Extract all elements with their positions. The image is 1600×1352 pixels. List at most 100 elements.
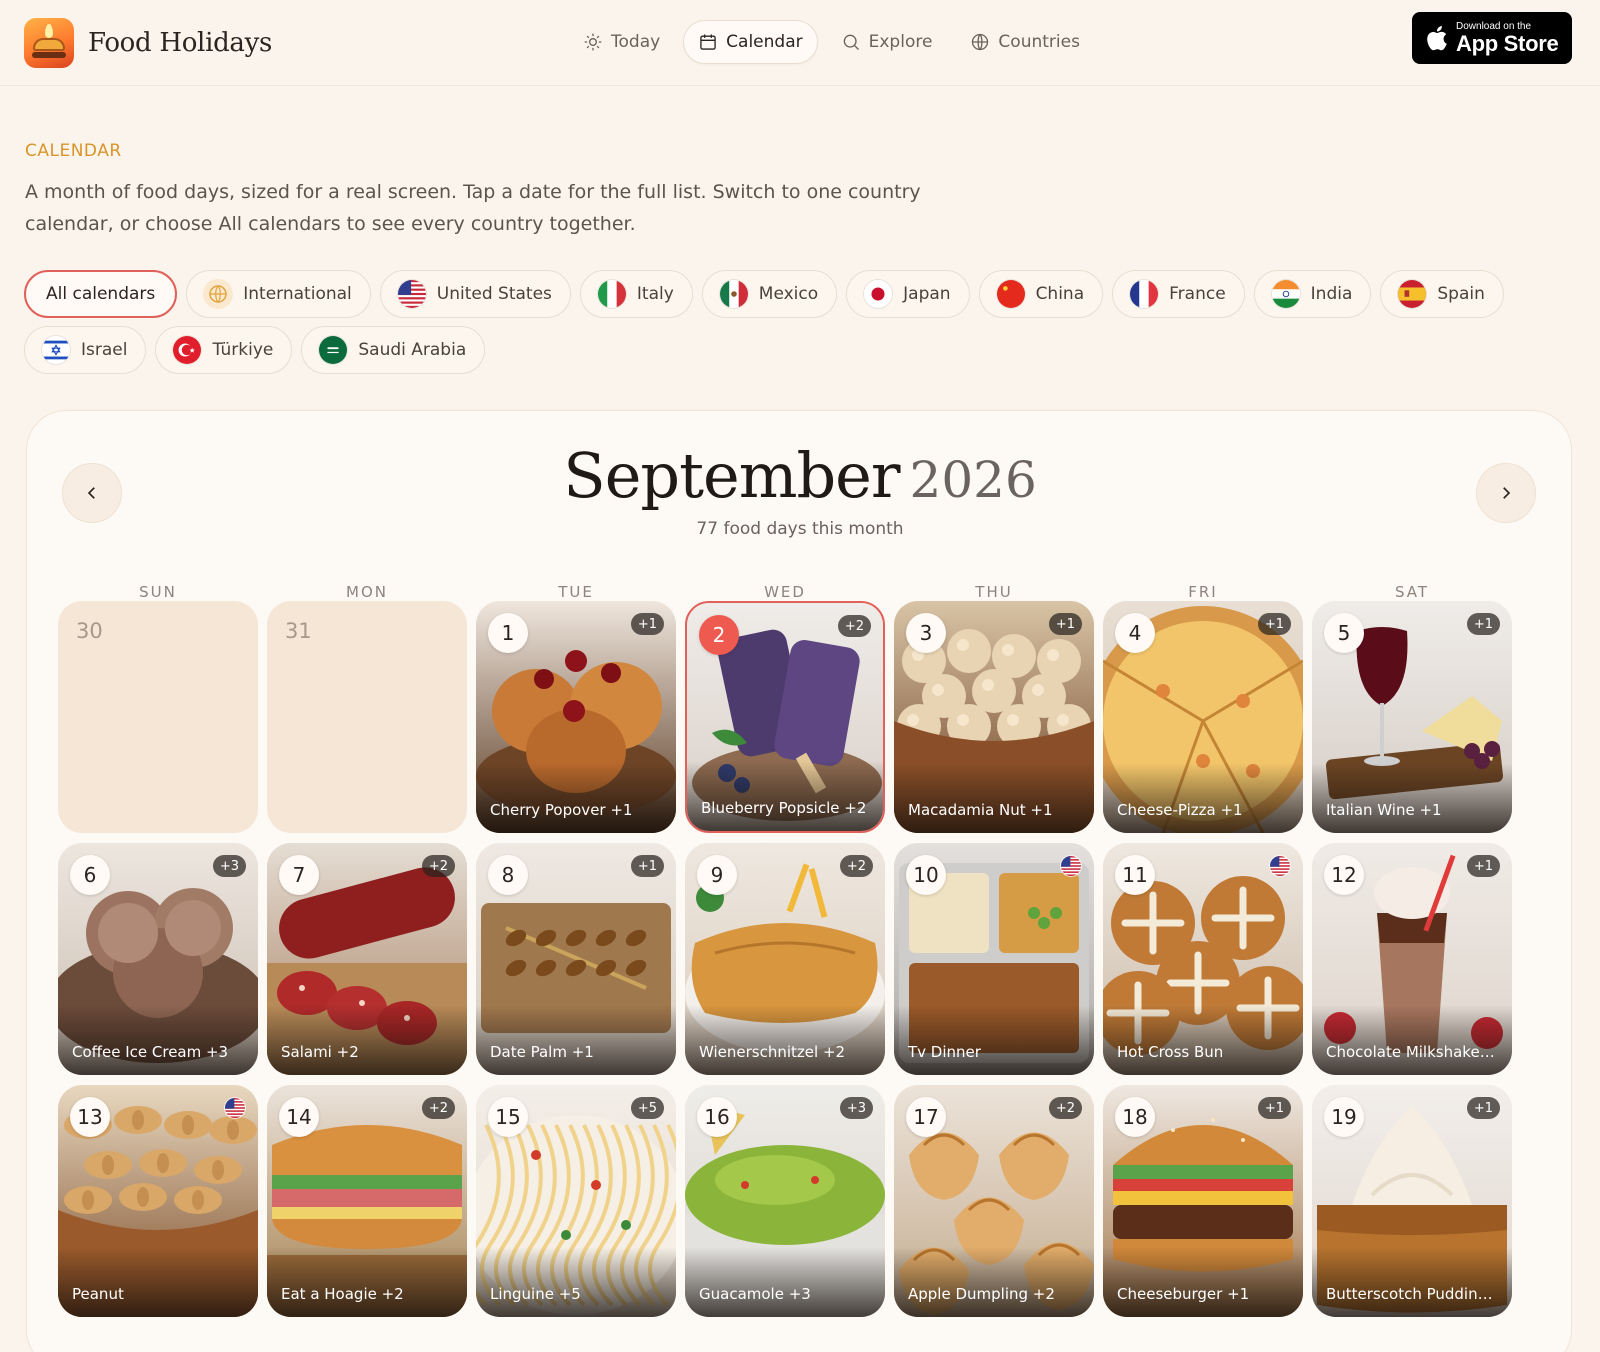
- food-day-label: Italian Wine +1: [1312, 763, 1512, 833]
- calendar-chip-france[interactable]: France: [1112, 270, 1245, 318]
- calendar-chip-t-rkiye[interactable]: Türkiye: [155, 326, 293, 374]
- food-day-name: Apple Dumpling +2: [908, 1285, 1055, 1303]
- calendar-chip-label: Türkiye: [212, 340, 274, 360]
- calendar-chip-mexico[interactable]: Mexico: [701, 270, 838, 318]
- month-subtitle: 77 food days this month: [696, 519, 904, 539]
- food-day-label: Guacamole +3: [685, 1247, 885, 1317]
- food-day-name: Guacamole +3: [699, 1285, 811, 1303]
- calendar-chip-united-states[interactable]: United States: [379, 270, 571, 318]
- weekday-header-thu: THU: [975, 583, 1013, 601]
- more-count-badge: +1: [1048, 613, 1082, 635]
- day-number: 1: [488, 613, 528, 653]
- calendar-chip-saudi-arabia[interactable]: Saudi Arabia: [301, 326, 486, 374]
- day-number: 8: [488, 855, 528, 895]
- calendar-day-18[interactable]: 18 +1 Cheeseburger +1: [1103, 1085, 1303, 1317]
- food-day-name: Peanut: [72, 1285, 124, 1303]
- calendar-chip-israel[interactable]: Israel: [24, 326, 147, 374]
- section-eyebrow: CALENDAR: [25, 141, 122, 161]
- food-day-name: Cheeseburger +1: [1117, 1285, 1250, 1303]
- calendar-day-11[interactable]: 11 Hot Cross Bun: [1103, 843, 1303, 1075]
- nav-explore[interactable]: Explore: [826, 20, 948, 64]
- calendar-day-9[interactable]: 9 +2 Wienerschnitzel +2: [685, 843, 885, 1075]
- more-count-badge: +1: [1257, 1097, 1291, 1119]
- weekday-header-sat: SAT: [1394, 583, 1430, 601]
- calendar-chip-italy[interactable]: Italy: [579, 270, 693, 318]
- nav-calendar-label: Calendar: [726, 32, 803, 52]
- more-count-badge: +2: [421, 1097, 455, 1119]
- food-day-name: Macadamia Nut +1: [908, 801, 1053, 819]
- day-number: 17: [906, 1097, 946, 1137]
- app-store-button[interactable]: Download on the App Store: [1412, 12, 1572, 64]
- calendar-day-8[interactable]: 8 +1 Date Palm +1: [476, 843, 676, 1075]
- calendar-chip-china[interactable]: China: [978, 270, 1104, 318]
- calendar-chip-all-calendars[interactable]: All calendars: [24, 270, 178, 318]
- calendar-day-15[interactable]: 15 +5 Linguine +5: [476, 1085, 676, 1317]
- food-day-label: Hot Cross Bun: [1103, 1005, 1303, 1075]
- calendar-chip-spain[interactable]: Spain: [1380, 270, 1504, 318]
- food-day-label: Chocolate Milkshake +1: [1312, 1005, 1512, 1075]
- calendar-day-3[interactable]: 3 +1 Macadamia Nut +1: [894, 601, 1094, 833]
- calendar-day-6[interactable]: 6 +3 Coffee Ice Cream +3: [58, 843, 258, 1075]
- fr-flag-icon: [1129, 279, 1160, 309]
- calendar-chip-japan[interactable]: Japan: [846, 270, 970, 318]
- calendar-day-2[interactable]: 2 +2 Blueberry Popsicle +2: [685, 601, 885, 833]
- calendar-day-outside-month: 30: [58, 601, 258, 833]
- more-count-badge: +1: [1257, 613, 1291, 635]
- food-day-name: Italian Wine +1: [1326, 801, 1442, 819]
- nav-countries[interactable]: Countries: [955, 20, 1095, 64]
- food-day-label: Cheese-Pizza +1: [1103, 763, 1303, 833]
- weekday-header-fri: FRI: [1188, 583, 1218, 601]
- more-count-badge: +1: [1466, 1097, 1500, 1119]
- food-day-label: Coffee Ice Cream +3: [58, 1005, 258, 1075]
- calendar-card: September 2026 77 food days this month SU…: [26, 410, 1572, 1352]
- calendar-day-13[interactable]: 13 Peanut: [58, 1085, 258, 1317]
- calendar-chip-label: China: [1035, 284, 1085, 304]
- food-day-name: Blueberry Popsicle +2: [701, 799, 867, 817]
- il-flag-icon: [41, 335, 71, 365]
- cn-flag-icon: [995, 279, 1026, 309]
- intro-text: A month of food days, sized for a real s…: [25, 181, 921, 235]
- today-day-number: 2: [699, 615, 739, 655]
- more-count-badge: +1: [1466, 613, 1500, 635]
- nav-today-label: Today: [611, 32, 661, 52]
- nav-today[interactable]: Today: [568, 20, 675, 64]
- food-day-label: Apple Dumpling +2: [894, 1247, 1094, 1317]
- calendar-filter-chips: All calendars International United States I…: [24, 270, 1564, 374]
- more-count-badge: +2: [421, 855, 455, 877]
- food-day-label: Date Palm +1: [476, 1005, 676, 1075]
- apple-icon: [1427, 26, 1447, 51]
- brand[interactable]: Food Holidays: [24, 18, 272, 68]
- calendar-chip-label: India: [1310, 284, 1353, 304]
- calendar-day-1[interactable]: 1 +1 Cherry Popover +1: [476, 601, 676, 833]
- more-count-badge: +1: [630, 855, 664, 877]
- calendar-day-4[interactable]: 4 +1 Cheese-Pizza +1: [1103, 601, 1303, 833]
- calendar-day-7[interactable]: 7 +2 Salami +2: [267, 843, 467, 1075]
- food-day-label: Peanut: [58, 1247, 258, 1317]
- calendar-day-19[interactable]: 19 +1 Butterscotch Pudding ...: [1312, 1085, 1512, 1317]
- calendar-day-14[interactable]: 14 +2 Eat a Hoagie +2: [267, 1085, 467, 1317]
- calendar-chip-international[interactable]: International: [186, 270, 371, 318]
- day-number: 3: [906, 613, 946, 653]
- app-name: Food Holidays: [88, 28, 273, 58]
- food-day-label: Eat a Hoagie +2: [267, 1247, 467, 1317]
- calendar-day-17[interactable]: 17 +2 Apple Dumpling +2: [894, 1085, 1094, 1317]
- calendar-chip-label: International: [243, 284, 352, 304]
- calendar-day-5[interactable]: 5 +1 Italian Wine +1: [1312, 601, 1512, 833]
- app-store-big: App Store: [1456, 30, 1559, 56]
- calendar-chip-label: Italy: [636, 284, 674, 304]
- calendar-chip-label: France: [1169, 284, 1226, 304]
- calendar-day-10[interactable]: 10 Tv Dinner: [894, 843, 1094, 1075]
- day-number: 9: [697, 855, 737, 895]
- calendar-day-16[interactable]: 16 +3 Guacamole +3: [685, 1085, 885, 1317]
- food-day-label: Linguine +5: [476, 1247, 676, 1317]
- sa-flag-icon: [318, 335, 349, 365]
- nav-explore-label: Explore: [868, 32, 933, 52]
- calendar-day-12[interactable]: 12 +1 Chocolate Milkshake +1: [1312, 843, 1512, 1075]
- calendar-chip-india[interactable]: India: [1253, 270, 1372, 318]
- food-day-name: Butterscotch Pudding ...: [1326, 1285, 1498, 1303]
- day-number: 12: [1324, 855, 1364, 895]
- food-day-label: Salami +2: [267, 1005, 467, 1075]
- calendar-chip-label: Mexico: [758, 284, 819, 304]
- more-count-badge: +1: [1466, 855, 1500, 877]
- nav-calendar[interactable]: Calendar: [683, 20, 818, 64]
